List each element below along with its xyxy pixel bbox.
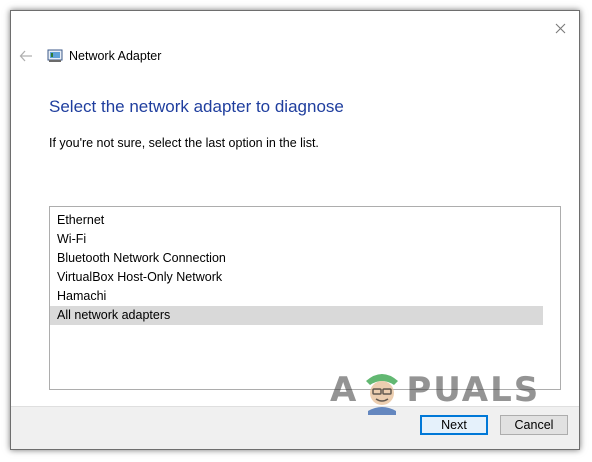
window-title-text: Network Adapter	[69, 49, 162, 63]
adapter-list: Ethernet Wi-Fi Bluetooth Network Connect…	[50, 207, 543, 325]
adapter-item-all[interactable]: All network adapters	[50, 306, 543, 325]
adapter-item-bluetooth[interactable]: Bluetooth Network Connection	[50, 249, 543, 268]
adapter-listbox[interactable]: Ethernet Wi-Fi Bluetooth Network Connect…	[49, 206, 561, 390]
dialog-window: Network Adapter Select the network adapt…	[10, 10, 580, 450]
adapter-item-wifi[interactable]: Wi-Fi	[50, 230, 543, 249]
adapter-item-ethernet[interactable]: Ethernet	[50, 211, 543, 230]
window-title: Network Adapter	[47, 49, 161, 63]
back-arrow-icon	[19, 50, 32, 62]
adapter-item-hamachi[interactable]: Hamachi	[50, 287, 543, 306]
close-icon	[555, 23, 565, 33]
dialog-footer: Next Cancel	[11, 406, 579, 449]
network-adapter-icon	[47, 49, 63, 62]
instruction-text: If you're not sure, select the last opti…	[49, 136, 319, 150]
back-button[interactable]	[17, 47, 35, 65]
close-button[interactable]	[549, 17, 571, 39]
adapter-item-virtualbox[interactable]: VirtualBox Host-Only Network	[50, 268, 543, 287]
cancel-button[interactable]: Cancel	[500, 415, 568, 435]
page-heading: Select the network adapter to diagnose	[49, 97, 344, 116]
next-button[interactable]: Next	[420, 415, 488, 435]
